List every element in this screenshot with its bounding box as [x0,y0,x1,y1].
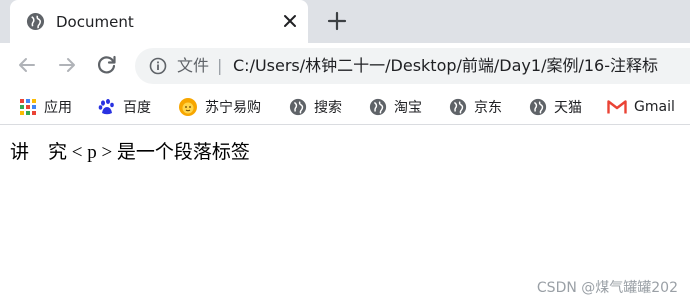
bookmark-apps[interactable]: 应用 [19,95,72,119]
bookmark-label: 天猫 [554,100,582,116]
tab-document[interactable]: Document [10,0,308,43]
suning-lion-icon [179,98,197,116]
globe-icon [289,98,307,116]
bookmarks-bar: 应用 百度 苏宁易购 搜索 淘宝 京东 天猫 Gmail [0,89,690,125]
bookmark-tmall[interactable]: 天猫 [529,95,582,119]
bookmark-label: 淘宝 [394,100,422,116]
bookmark-jd[interactable]: 京东 [449,95,502,119]
forward-arrow-icon[interactable] [55,53,79,77]
new-tab-button[interactable] [326,10,348,32]
bookmark-suning[interactable]: 苏宁易购 [178,95,261,119]
url-text[interactable]: C:/Users/林钟二十一/Desktop/前端/Day1/案例/16-注释标 [233,55,658,77]
bookmark-taobao[interactable]: 淘宝 [369,95,422,119]
scheme-label: 文件 [177,56,210,75]
bookmark-label: 搜索 [314,100,342,116]
back-arrow-icon[interactable] [15,53,39,77]
bookmark-label: 京东 [474,100,502,116]
gmail-icon [607,100,627,114]
bookmark-label: 应用 [44,100,72,116]
scheme-separator: | [217,56,223,75]
apps-grid-icon [20,99,36,115]
globe-icon [369,98,387,116]
info-icon[interactable] [149,57,167,75]
globe-icon [449,98,467,116]
tab-title: Document [56,13,134,31]
reload-icon[interactable] [95,53,119,77]
csdn-watermark: CSDN @煤气罐罐202 [536,280,678,296]
bookmark-gmail[interactable]: Gmail [607,95,675,119]
bookmark-label: Gmail [634,99,675,115]
toolbar: 文件 | C:/Users/林钟二十一/Desktop/前端/Day1/案例/1… [0,43,690,89]
paragraph-text: 讲 究 < p > 是一个段落标签 [10,142,250,163]
bookmark-baidu[interactable]: 百度 [98,95,151,119]
bookmark-label: 苏宁易购 [205,100,261,116]
page-viewport: 讲 究 < p > 是一个段落标签 CSDN @煤气罐罐202 [0,126,690,305]
address-bar[interactable]: 文件 | C:/Users/林钟二十一/Desktop/前端/Day1/案例/1… [135,48,690,84]
browser-window: Document 文件 | C:/Users/林钟二十一/Desktop/前端/… [0,0,690,305]
baidu-paw-icon [98,99,114,115]
tab-strip: Document [0,0,690,43]
globe-icon [529,98,547,116]
bookmark-search[interactable]: 搜索 [289,95,342,119]
close-icon[interactable] [280,11,300,31]
bookmark-label: 百度 [123,100,151,116]
globe-icon [26,12,45,31]
